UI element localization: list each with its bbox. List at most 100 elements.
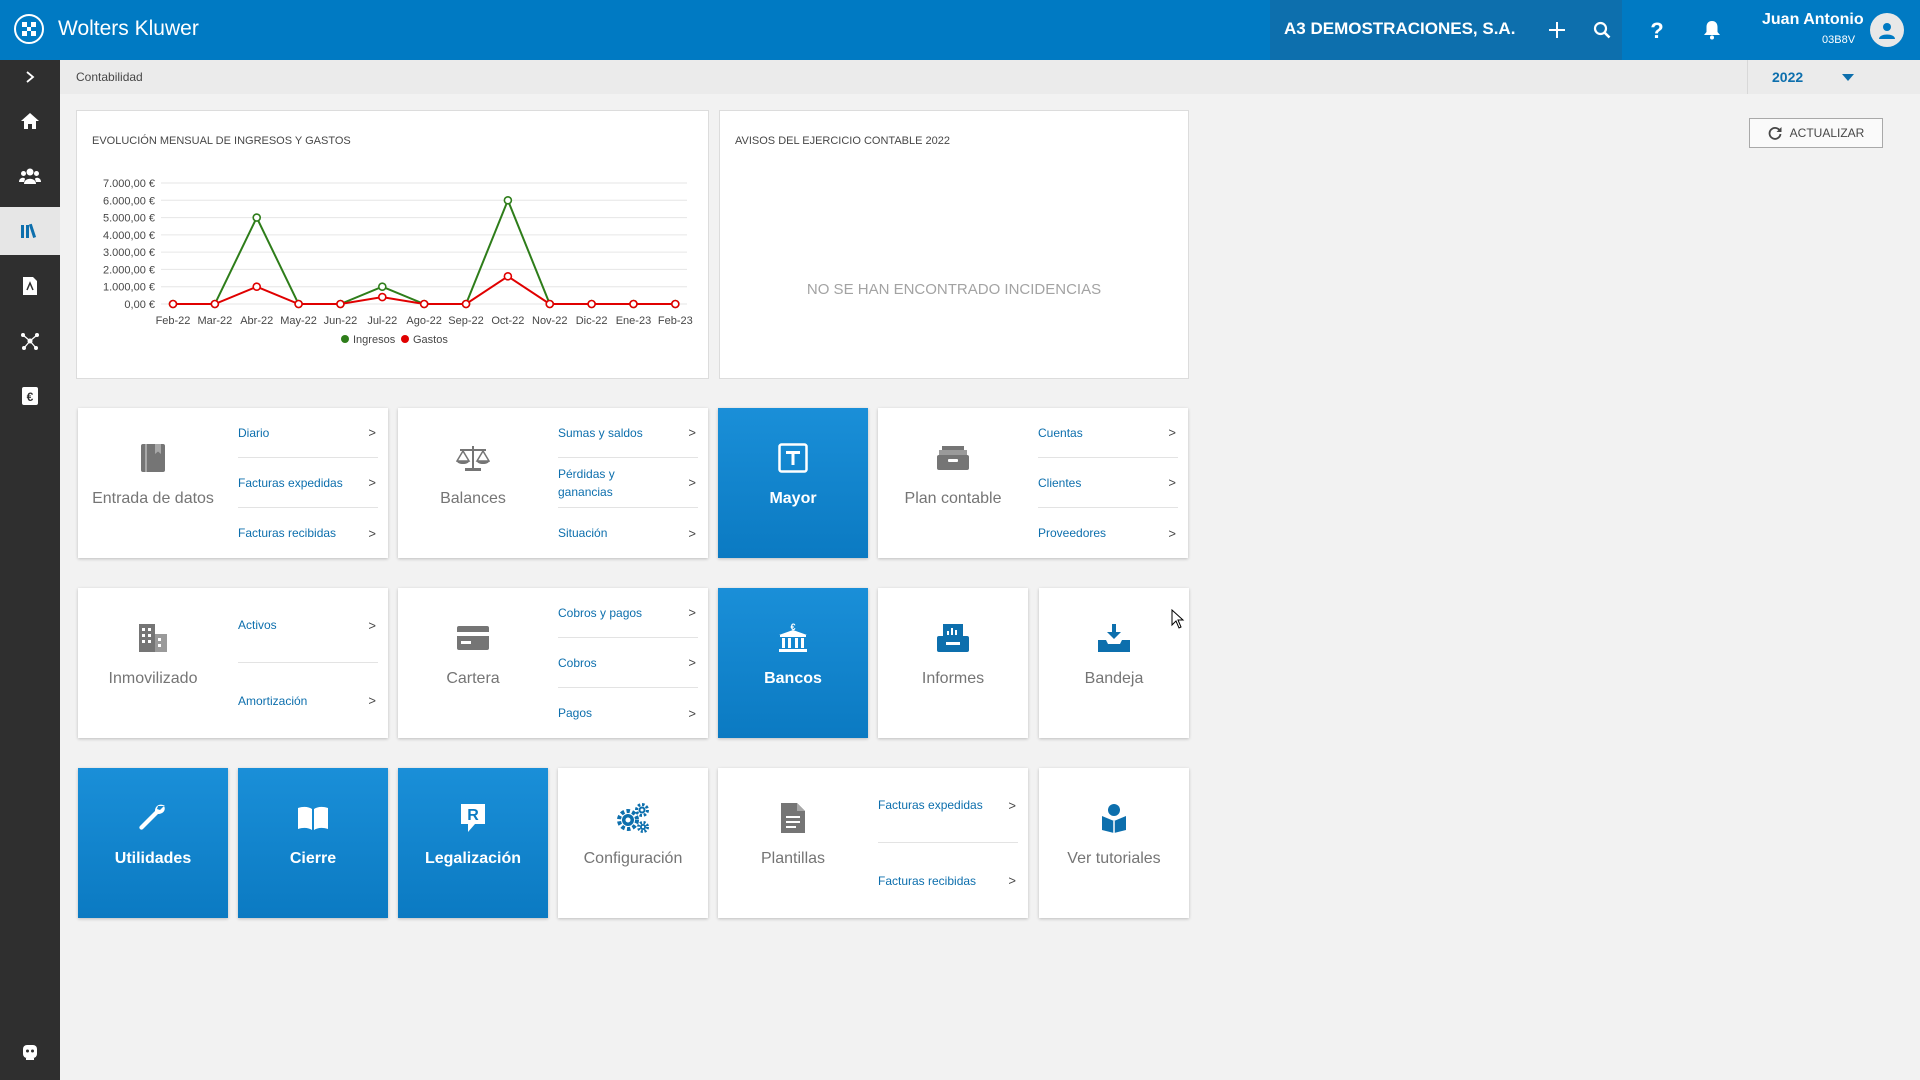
link-plantillas-facturas-recibidas[interactable]: Facturas recibidas > [878, 843, 1018, 918]
help-icon[interactable]: ? [1645, 18, 1669, 42]
chart-y-tick-label: 2.000,00 € [103, 264, 155, 276]
tile-utilidades-main: Utilidades [78, 768, 228, 918]
tile-informes-label: Informes [921, 670, 985, 687]
tile-cierre[interactable]: Cierre [238, 768, 388, 918]
link-facturas-expedidas[interactable]: Facturas expedidas > [238, 458, 378, 508]
search-icon[interactable] [1590, 18, 1614, 42]
sidebar-euro-icon[interactable]: € [0, 372, 60, 420]
sidebar-tax-document-icon[interactable] [0, 262, 60, 310]
tile-ver-tutoriales[interactable]: Ver tutoriales [1039, 768, 1189, 918]
sidebar-accounting-icon[interactable] [0, 207, 60, 255]
sidebar-support-icon[interactable] [0, 1028, 60, 1076]
gears-icon [558, 800, 708, 836]
year-selector[interactable]: 2022 [1747, 60, 1920, 94]
chart-point-gastos [294, 299, 303, 309]
tile-plan-main[interactable]: Plan contable [878, 408, 1028, 558]
link-facturas-expedidas-label: Facturas expedidas [238, 475, 343, 490]
brand[interactable]: Wolters Kluwer [14, 14, 199, 44]
link-cobros-y-pagos[interactable]: Cobros y pagos > [558, 588, 698, 638]
chart-legend-label-ingresos: Ingresos [353, 334, 396, 346]
link-cobros[interactable]: Cobros > [558, 638, 698, 688]
tile-bancos[interactable]: € Bancos [718, 588, 868, 738]
link-plantillas-facturas-expedidas[interactable]: Facturas expedidas > [878, 768, 1018, 843]
mouse-cursor-icon [1171, 609, 1185, 629]
bank-icon: € [718, 620, 868, 656]
tile-bandeja-main: Bandeja [1039, 588, 1189, 738]
tile-legalizacion[interactable]: R Legalización [398, 768, 548, 918]
year-value: 2022 [1772, 69, 1804, 85]
link-pagos[interactable]: Pagos > [558, 688, 698, 738]
tile-plan-contable: Plan contable Cuentas > Clientes > Proveed… [878, 408, 1188, 558]
chart-y-tick-label: 5.000,00 € [103, 213, 155, 225]
link-clientes[interactable]: Clientes > [1038, 458, 1178, 508]
chart-x-tick-label: Abr-22 [240, 315, 273, 327]
link-sumas-y-saldos[interactable]: Sumas y saldos > [558, 408, 698, 458]
link-situacion[interactable]: Situación > [558, 508, 698, 558]
chevron-right-icon: > [688, 605, 696, 620]
tile-inmovilizado-main[interactable]: Inmovilizado [78, 588, 228, 738]
tile-configuracion[interactable]: Configuración [558, 768, 708, 918]
link-perdidas-y-ganancias[interactable]: Pérdidas y ganancias > [558, 458, 698, 508]
open-book-icon [238, 800, 388, 836]
chevron-down-icon [1842, 74, 1854, 81]
tile-cartera-main[interactable]: Cartera [398, 588, 548, 738]
tile-bandeja[interactable]: Bandeja [1039, 588, 1189, 738]
user-name[interactable]: Juan Antonio [1762, 11, 1864, 29]
link-diario[interactable]: Diario > [238, 408, 378, 458]
tile-plantillas-main[interactable]: Plantillas [718, 768, 868, 918]
breadcrumb[interactable]: Contabilidad [76, 70, 143, 84]
link-pagos-label: Pagos [558, 706, 593, 720]
chevron-right-icon: > [368, 617, 376, 633]
link-activos[interactable]: Activos > [238, 588, 378, 663]
tile-utilidades[interactable]: Utilidades [78, 768, 228, 918]
user-avatar-icon[interactable] [1870, 13, 1904, 47]
svg-text:?: ? [1650, 19, 1663, 41]
chart-x-tick-label: Mar-22 [197, 315, 232, 327]
tile-configuracion-label: Configuración [583, 850, 683, 867]
tile-entrada-main[interactable]: Entrada de datos [78, 408, 228, 558]
link-facturas-recibidas-label: Facturas recibidas [238, 526, 337, 540]
link-cuentas-label: Cuentas [1038, 425, 1083, 440]
tile-cierre-label: Cierre [289, 850, 337, 867]
chart-x-tick-label: Ago-22 [406, 315, 441, 327]
tile-balances: Balances Sumas y saldos > Pérdidas y gana… [398, 408, 708, 558]
link-facturas-recibidas[interactable]: Facturas recibidas > [238, 508, 378, 558]
company-name: A3 DEMOSTRACIONES, S.A. [1284, 19, 1516, 38]
company-selector[interactable]: A3 DEMOSTRACIONES, S.A. [1270, 0, 1622, 60]
link-amortizacion-label: Amortización [238, 693, 308, 708]
link-situacion-label: Situación [558, 526, 608, 540]
tile-bancos-label: Bancos [764, 670, 822, 687]
link-cobros-label: Cobros [558, 655, 597, 670]
sidebar-network-icon[interactable] [0, 317, 60, 365]
chart-point-gastos [336, 299, 345, 309]
tile-informes[interactable]: Informes [878, 588, 1028, 738]
link-cuentas[interactable]: Cuentas > [1038, 408, 1178, 458]
buildings-icon [78, 620, 228, 656]
tile-plantillas-links: Facturas expedidas > Facturas recibidas > [878, 768, 1028, 918]
ledger-t-icon [718, 440, 868, 476]
wolters-kluwer-logo-icon [14, 14, 44, 44]
income-expense-chart: 0,00 € 1.000,00 € 2.000,00 € 3.000,00 € 4.00… [103, 178, 693, 346]
add-icon[interactable] [1545, 18, 1569, 42]
sidebar-home-icon[interactable] [0, 97, 60, 145]
chart-x-tick-label: Jul-22 [367, 315, 397, 327]
sidebar-users-icon[interactable] [0, 152, 60, 200]
notifications-bell-icon[interactable] [1700, 18, 1724, 42]
brand-name: Wolters Kluwer [58, 17, 199, 40]
tile-bancos-main: € Bancos [718, 588, 868, 738]
refresh-button[interactable]: ACTUALIZAR [1749, 118, 1883, 148]
link-amortizacion[interactable]: Amortización > [238, 663, 378, 738]
chevron-right-icon: > [688, 525, 696, 541]
tile-entrada-label: Entrada de datos [92, 490, 214, 507]
link-proveedores[interactable]: Proveedores > [1038, 508, 1178, 558]
chart-y-tick-label: 4.000,00 € [103, 230, 155, 242]
tile-balances-main[interactable]: Balances [398, 408, 548, 558]
tile-mayor[interactable]: Mayor [718, 408, 868, 558]
sidebar-expand-chevron-icon[interactable] [0, 60, 60, 94]
chart-y-tick-label: 7.000,00 € [103, 178, 155, 190]
chart-point-gastos [503, 272, 513, 281]
chart-x-tick-label: Oct-22 [491, 315, 524, 327]
link-clientes-label: Clientes [1038, 475, 1082, 490]
scale-icon [398, 440, 548, 476]
no-issues-message: NO SE HAN ENCONTRADO INCIDENCIAS [806, 281, 1102, 298]
